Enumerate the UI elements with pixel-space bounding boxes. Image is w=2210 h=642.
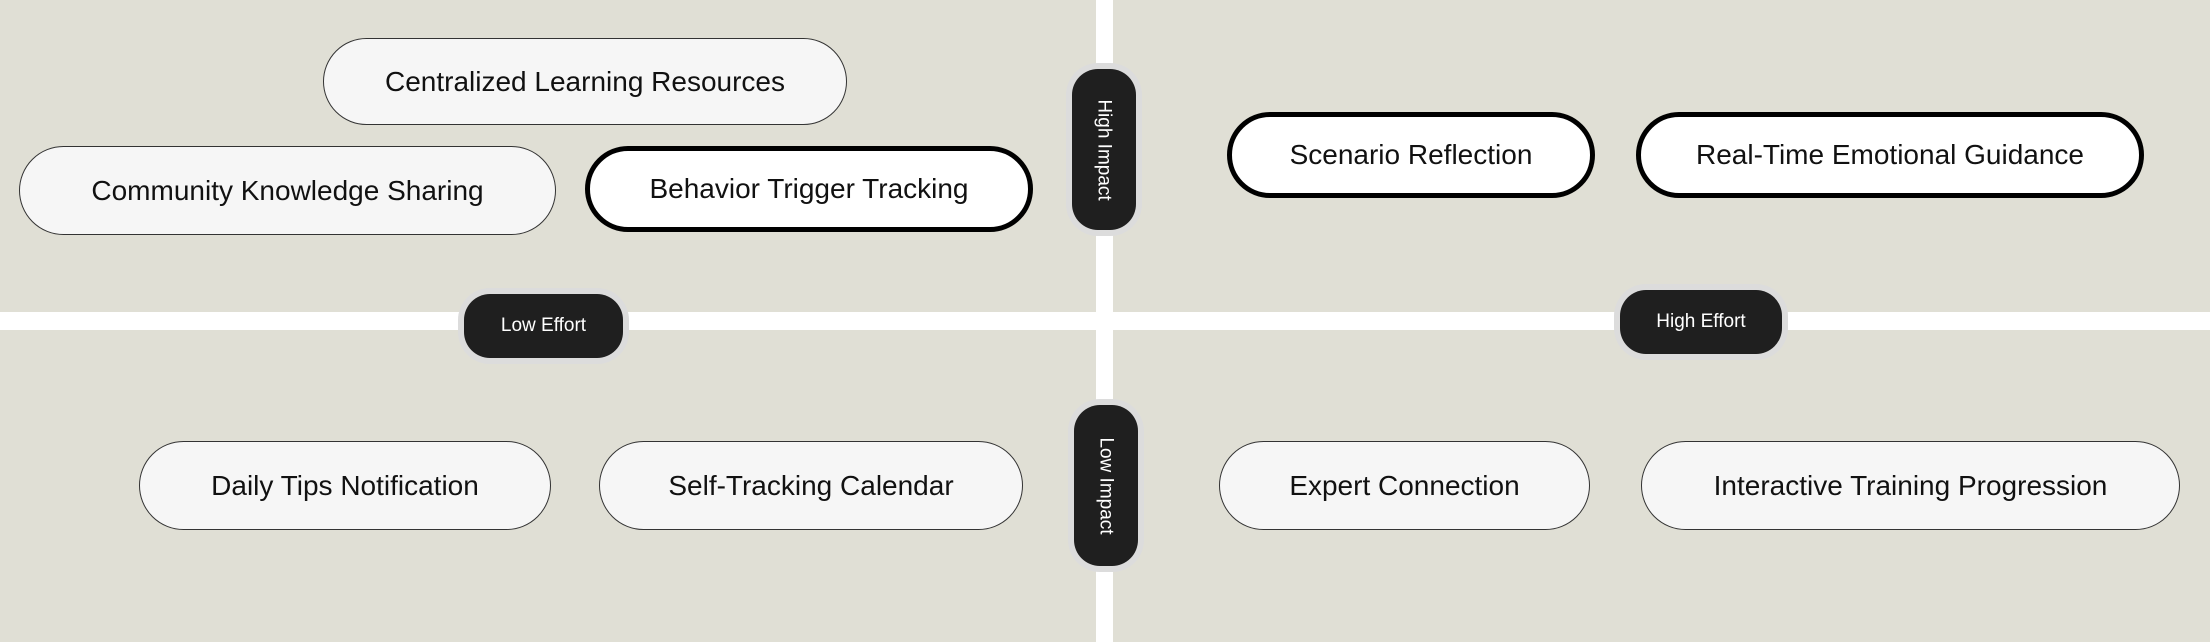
item-expert-connection[interactable]: Expert Connection (1219, 441, 1590, 530)
axis-label-high-effort: High Effort (1620, 290, 1782, 354)
item-daily-tips-notification[interactable]: Daily Tips Notification (139, 441, 551, 530)
axis-label-low-effort: Low Effort (464, 294, 623, 358)
axis-label-high-impact: High Impact (1072, 69, 1136, 230)
axis-label-high-effort-text: High Effort (1656, 311, 1746, 332)
item-community-knowledge-sharing[interactable]: Community Knowledge Sharing (19, 146, 556, 235)
item-self-tracking-calendar[interactable]: Self-Tracking Calendar (599, 441, 1023, 530)
item-interactive-training-progression[interactable]: Interactive Training Progression (1641, 441, 2180, 530)
axis-label-high-impact-text: High Impact (1094, 98, 1115, 201)
item-behavior-trigger-tracking[interactable]: Behavior Trigger Tracking (585, 146, 1033, 232)
item-centralized-learning-resources[interactable]: Centralized Learning Resources (323, 38, 847, 125)
axis-label-low-impact: Low Impact (1074, 405, 1138, 566)
axis-label-low-effort-text: Low Effort (500, 315, 587, 336)
axis-label-low-impact-text: Low Impact (1096, 436, 1117, 535)
horizontal-axis-divider (0, 312, 2210, 330)
item-scenario-reflection[interactable]: Scenario Reflection (1227, 112, 1595, 198)
item-real-time-emotional-guidance[interactable]: Real-Time Emotional Guidance (1636, 112, 2144, 198)
